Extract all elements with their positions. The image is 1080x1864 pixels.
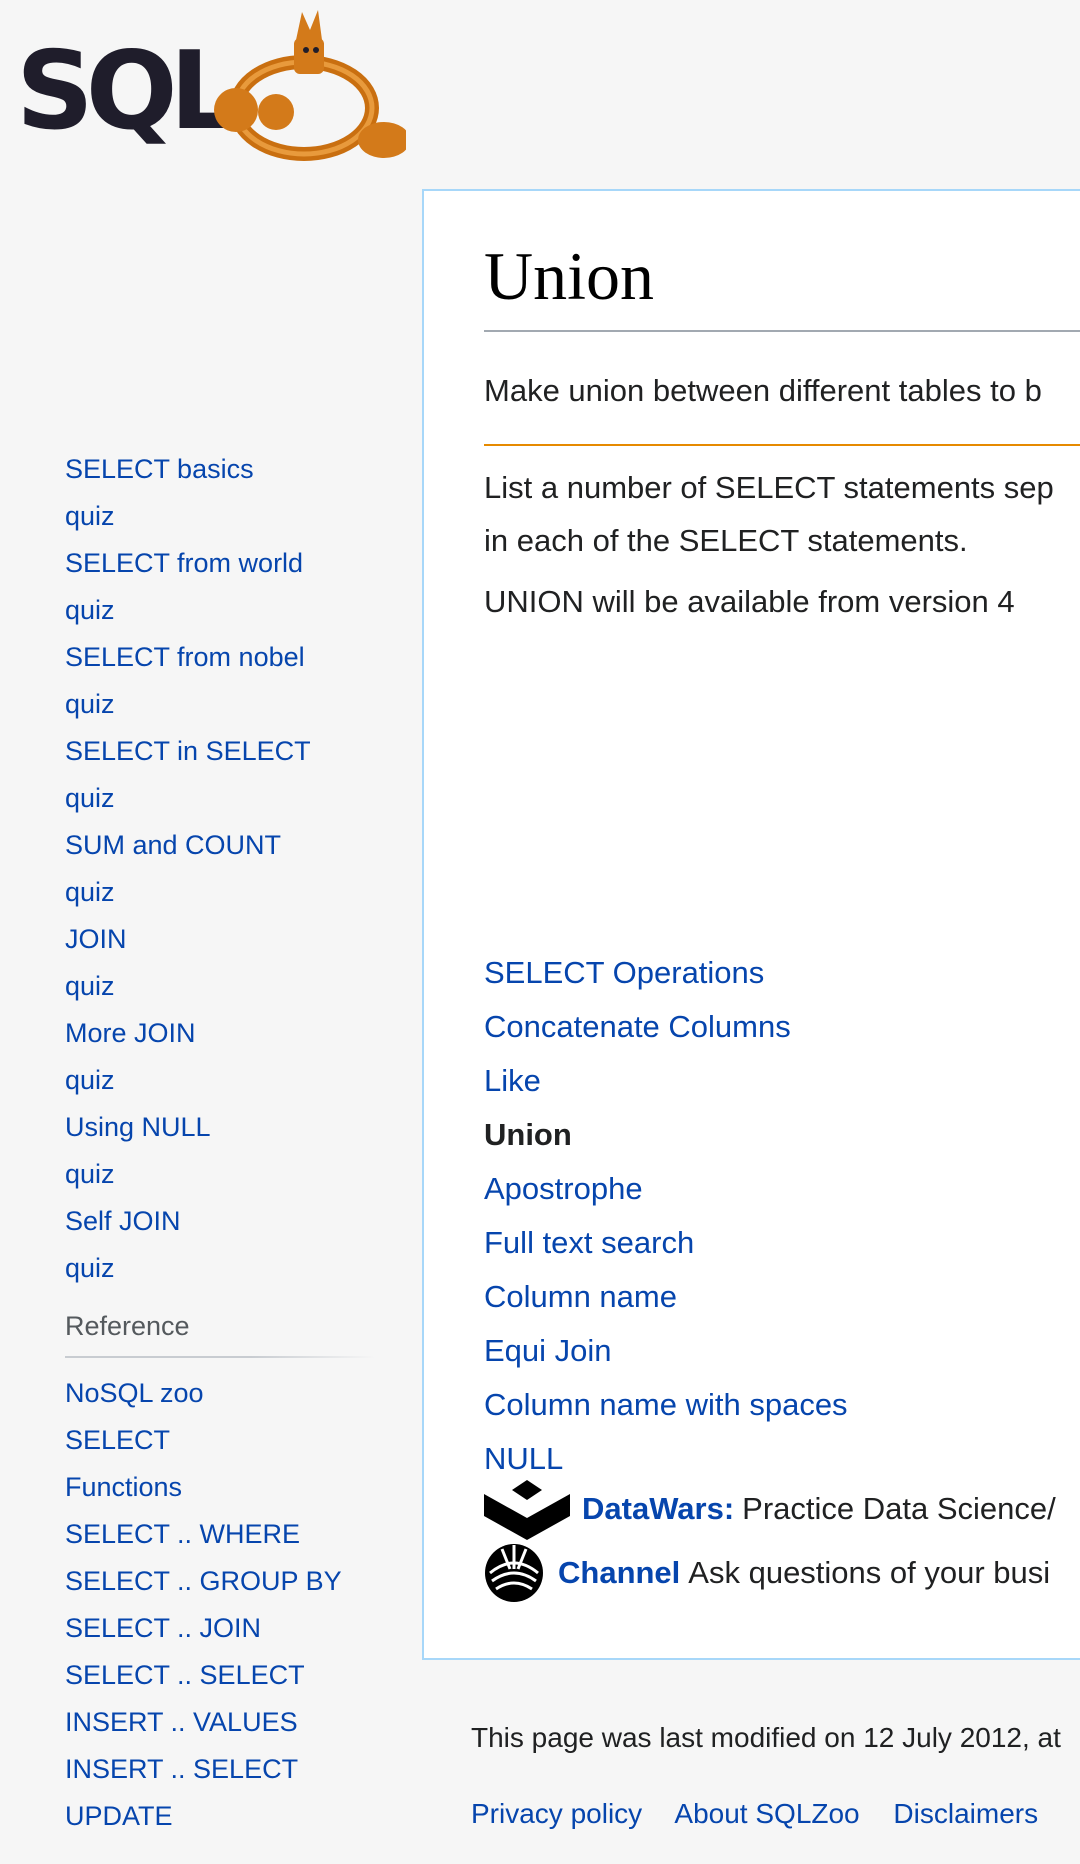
sidebar-item-quiz[interactable]: quiz [65,1151,385,1198]
sidebar-item-select-in-select[interactable]: SELECT in SELECT [65,728,385,775]
description-line: List a number of SELECT statements sep [484,470,1054,505]
sidebar-item-update[interactable]: UPDATE [65,1793,385,1840]
channel-icon [485,1544,543,1602]
sidebar-item-select-from-nobel[interactable]: SELECT from nobel [65,634,385,681]
sidebar-item-select-group-by[interactable]: SELECT .. GROUP BY [65,1558,385,1605]
sidebar-item-select-from-world[interactable]: SELECT from world [65,540,385,587]
datawars-promo: DataWars: Practice Data Science/ [484,1478,1080,1540]
sidebar-item-select-basics[interactable]: SELECT basics [65,446,385,493]
version-note: UNION will be available from version 4 [484,584,1015,619]
sidebar-item-quiz[interactable]: quiz [65,587,385,634]
footer-last-modified: This page was last modified on 12 July 2… [471,1722,1061,1753]
sidebar-item-more-join[interactable]: More JOIN [65,1010,385,1057]
footer-about-link[interactable]: About SQLZoo [674,1798,859,1829]
sidebar-item-insert-select[interactable]: INSERT .. SELECT [65,1746,385,1793]
link-union-current: Union [484,1117,572,1152]
channel-link[interactable]: Channel [558,1549,680,1597]
footer-links: Privacy policy About SQLZoo Disclaimers [471,1798,1064,1830]
title-divider [484,330,1080,332]
description-paragraph: List a number of SELECT statements sep i… [484,461,1080,567]
intro-text: Make union between different tables to b [484,373,1042,408]
sqlzoo-logo-icon: SQL [16,10,410,161]
sidebar-item-functions[interactable]: Functions [65,1464,385,1511]
sidebar-item-insert-values[interactable]: INSERT .. VALUES [65,1699,385,1746]
sidebar-item-join[interactable]: JOIN [65,916,385,963]
intro-divider [484,444,1080,446]
sqlzoo-logo[interactable]: SQL [14,0,410,165]
sidebar-item-quiz[interactable]: quiz [65,869,385,916]
sidebar-item-select-select[interactable]: SELECT .. SELECT [65,1652,385,1699]
sidebar: SELECT basics quiz SELECT from world qui… [65,446,385,1840]
channel-text: Ask questions of your busi [688,1555,1051,1590]
sidebar-item-nosql-zoo[interactable]: NoSQL zoo [65,1370,385,1417]
sidebar-item-select[interactable]: SELECT [65,1417,385,1464]
sidebar-item-quiz[interactable]: quiz [65,1057,385,1104]
related-links: SELECT Operations Concatenate Columns Li… [484,946,1080,1486]
main-content: Union Make union between different table… [422,189,1080,1660]
link-like[interactable]: Like [484,1054,1080,1108]
link-column-name[interactable]: Column name [484,1270,1080,1324]
sidebar-item-select-where[interactable]: SELECT .. WHERE [65,1511,385,1558]
channel-promo: Channel Ask questions of your busi [484,1543,1080,1603]
sidebar-item-sum-and-count[interactable]: SUM and COUNT [65,822,385,869]
datawars-icon [484,1480,570,1540]
sidebar-item-quiz[interactable]: quiz [65,775,385,822]
datawars-text: Practice Data Science/ [742,1491,1056,1526]
link-column-name-with-spaces[interactable]: Column name with spaces [484,1378,1080,1432]
description-line: in each of the SELECT statements. [484,523,968,558]
link-full-text-search[interactable]: Full text search [484,1216,1080,1270]
page-title: Union [484,238,654,314]
sidebar-item-quiz[interactable]: quiz [65,493,385,540]
link-concatenate-columns[interactable]: Concatenate Columns [484,1000,1080,1054]
footer-disclaimers-link[interactable]: Disclaimers [893,1798,1038,1829]
link-select-operations[interactable]: SELECT Operations [484,946,1080,1000]
footer-privacy-policy-link[interactable]: Privacy policy [471,1798,642,1829]
sidebar-item-quiz[interactable]: quiz [65,963,385,1010]
link-apostrophe[interactable]: Apostrophe [484,1162,1080,1216]
sidebar-item-using-null[interactable]: Using NULL [65,1104,385,1151]
sidebar-reference-heading: Reference [65,1306,375,1360]
sidebar-item-quiz[interactable]: quiz [65,681,385,728]
sidebar-item-quiz[interactable]: quiz [65,1245,385,1292]
sidebar-item-self-join[interactable]: Self JOIN [65,1198,385,1245]
link-equi-join[interactable]: Equi Join [484,1324,1080,1378]
datawars-link[interactable]: DataWars: [582,1485,734,1533]
svg-text:SQL: SQL [16,29,236,154]
sidebar-item-select-join[interactable]: SELECT .. JOIN [65,1605,385,1652]
